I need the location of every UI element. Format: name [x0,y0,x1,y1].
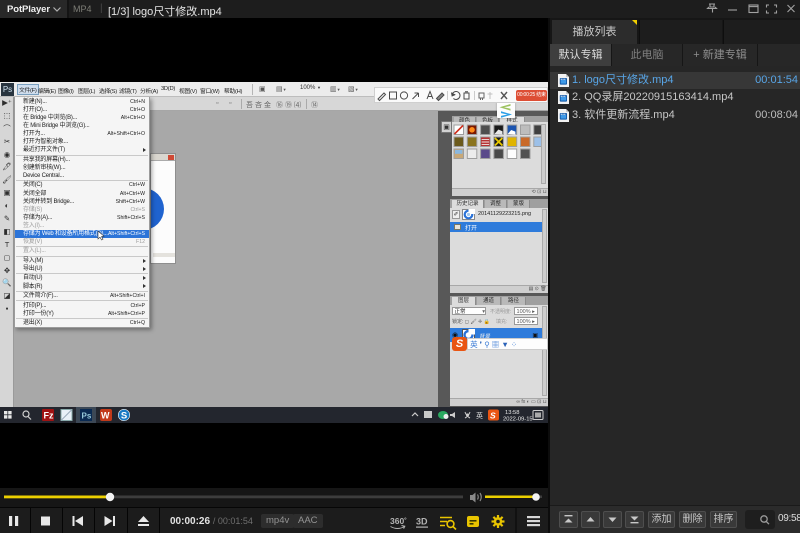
svg-text:360˚: 360˚ [390,516,407,526]
svg-text:Fz: Fz [44,411,54,421]
svg-text:2022-09-15: 2022-09-15 [503,417,533,423]
svg-text:S: S [490,411,496,421]
svg-text:Ps: Ps [82,412,92,421]
svg-text:S: S [121,411,127,422]
svg-text:英: 英 [476,411,483,420]
svg-text:13:58: 13:58 [505,410,520,416]
svg-text:W: W [101,411,110,421]
svg-text:3D: 3D [416,517,428,527]
